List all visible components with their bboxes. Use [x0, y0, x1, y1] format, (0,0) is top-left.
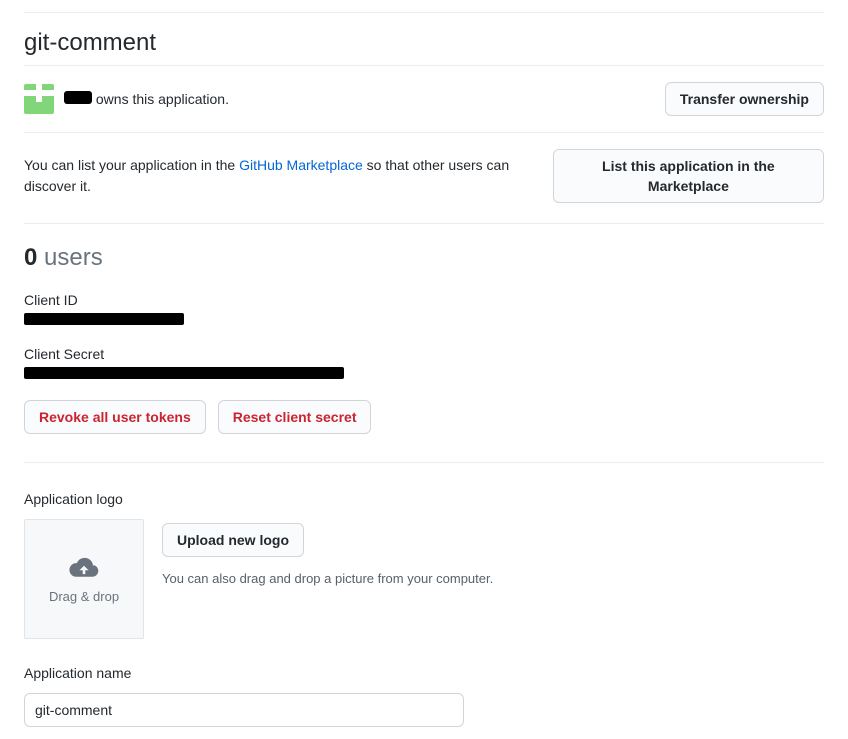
client-secret-value-redacted — [24, 367, 344, 379]
revoke-tokens-button[interactable]: Revoke all user tokens — [24, 400, 206, 434]
owner-avatar — [24, 84, 54, 114]
github-marketplace-link[interactable]: GitHub Marketplace — [239, 157, 363, 173]
top-divider — [24, 12, 824, 13]
client-id-label: Client ID — [24, 292, 824, 308]
logo-controls: Upload new logo You can also drag and dr… — [162, 519, 493, 586]
application-name-input[interactable] — [24, 693, 464, 727]
owner-name-redacted — [64, 91, 92, 104]
client-id-value-redacted — [24, 313, 184, 325]
page-title: git-comment — [24, 29, 824, 66]
users-count: 0 users — [24, 244, 824, 272]
ownership-row: owns this application. Transfer ownershi… — [24, 82, 824, 133]
list-marketplace-button[interactable]: List this application in the Marketplace — [553, 149, 824, 203]
marketplace-row: You can list your application in the Git… — [24, 149, 824, 224]
marketplace-prefix: You can list your application in the — [24, 157, 239, 173]
users-label: users — [37, 244, 102, 271]
logo-dropzone[interactable]: Drag & drop — [24, 519, 144, 639]
logo-hint: You can also drag and drop a picture fro… — [162, 571, 493, 586]
client-id-block: Client ID — [24, 292, 824, 328]
cloud-upload-icon — [68, 554, 100, 583]
application-logo-label: Application logo — [24, 491, 824, 507]
upload-logo-button[interactable]: Upload new logo — [162, 523, 304, 557]
owner-text: owns this application. — [64, 91, 229, 107]
client-secret-block: Client Secret — [24, 346, 824, 382]
owner-info: owns this application. — [24, 84, 229, 114]
owns-application-text: owns this application. — [92, 91, 229, 107]
dropzone-label: Drag & drop — [49, 589, 119, 604]
logo-row: Drag & drop Upload new logo You can also… — [24, 519, 824, 639]
users-number: 0 — [24, 244, 37, 271]
marketplace-text: You can list your application in the Git… — [24, 155, 545, 197]
danger-button-row: Revoke all user tokens Reset client secr… — [24, 400, 824, 463]
application-name-label: Application name — [24, 665, 824, 681]
reset-secret-button[interactable]: Reset client secret — [218, 400, 372, 434]
client-secret-label: Client Secret — [24, 346, 824, 362]
transfer-ownership-button[interactable]: Transfer ownership — [665, 82, 824, 116]
